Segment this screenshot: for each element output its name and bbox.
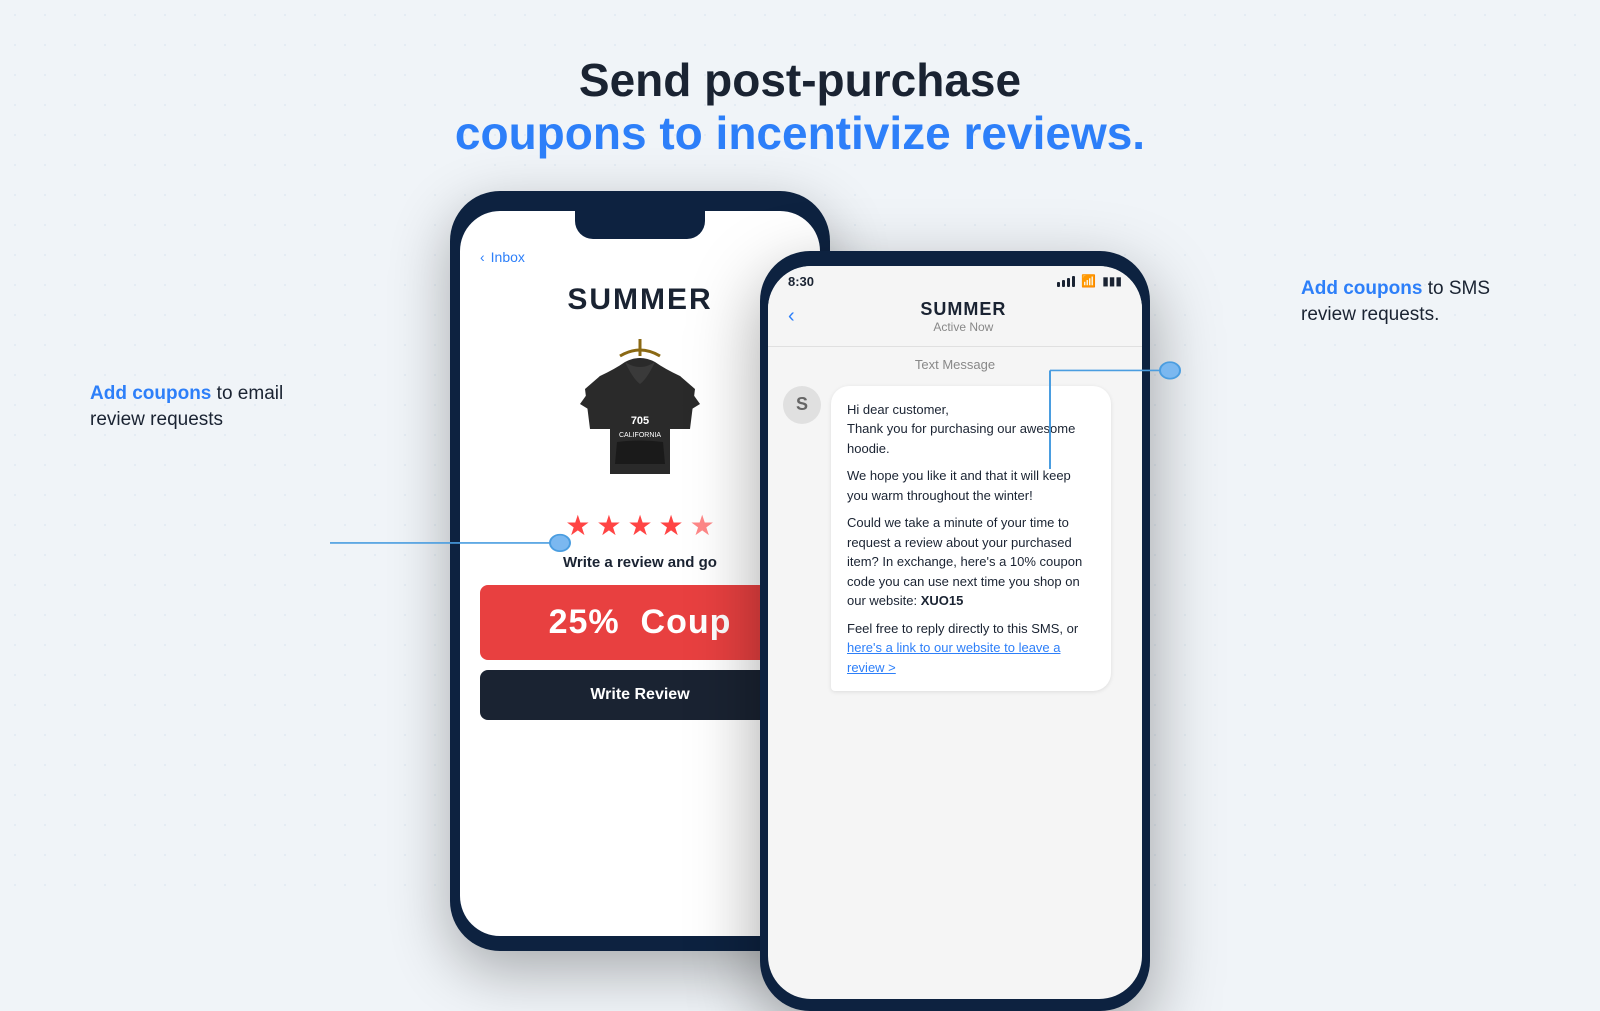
review-link[interactable]: here's a link to our website to leave a … — [847, 640, 1061, 675]
battery-icon: ▮▮▮ — [1102, 274, 1122, 288]
email-inbox-nav: ‹ Inbox — [480, 239, 525, 275]
page-container: Send post-purchase coupons to incentiviz… — [0, 0, 1600, 900]
email-brand: SUMMER — [567, 283, 712, 317]
sms-line-4: Feel free to reply directly to this SMS,… — [847, 619, 1095, 678]
sms-line-3: Could we take a minute of your time to r… — [847, 513, 1095, 611]
signal-icon — [1057, 276, 1075, 287]
coupon-code: XUO15 — [921, 593, 964, 608]
sms-time: 8:30 — [788, 274, 814, 289]
star-2: ★ — [596, 509, 621, 542]
star-rating: ★ ★ ★ ★ ★ — [565, 509, 715, 542]
sms-header: ‹ SUMMER Active Now — [768, 293, 1142, 347]
svg-text:705: 705 — [631, 415, 649, 427]
product-image: 705 CALIFORNIA — [560, 329, 720, 494]
sms-phone: 8:30 📶 ▮▮▮ — [760, 251, 1150, 1011]
wifi-icon: 📶 — [1081, 274, 1096, 288]
sms-bubble: Hi dear customer,Thank you for purchasin… — [831, 386, 1111, 692]
sms-message-label: Text Message — [783, 357, 1127, 372]
svg-text:CALIFORNIA: CALIFORNIA — [619, 432, 661, 439]
sms-status-bar: 8:30 📶 ▮▮▮ — [768, 266, 1142, 293]
sms-back-button[interactable]: ‹ — [788, 305, 795, 328]
sms-contact-status: Active Now — [805, 320, 1122, 334]
inbox-label: Inbox — [491, 249, 525, 265]
review-prompt: Write a review and go — [563, 554, 717, 571]
star-3: ★ — [627, 509, 652, 542]
hoodie-svg: 705 CALIFORNIA — [565, 334, 715, 489]
back-chevron-icon: ‹ — [480, 249, 485, 265]
coupon-text: 25% Coup — [500, 603, 780, 642]
coupon-banner: 25% Coup — [480, 585, 800, 660]
annotation-right-highlight: Add coupons — [1301, 278, 1422, 299]
sms-phone-screen: 8:30 📶 ▮▮▮ — [768, 266, 1142, 999]
header-line2: coupons to incentivize reviews. — [455, 106, 1145, 161]
sms-line-2: We hope you like it and that it will kee… — [847, 466, 1095, 505]
sms-line-1: Hi dear customer,Thank you for purchasin… — [847, 400, 1095, 459]
sms-contact-name: SUMMER — [805, 299, 1122, 320]
main-content: Add coupons to emailreview requests Add … — [0, 161, 1600, 900]
annotation-right: Add coupons to SMSreview requests. — [1301, 276, 1490, 329]
phones-area: ‹ Inbox SUMMER — [450, 191, 1150, 1011]
write-review-button[interactable]: Write Review — [480, 670, 800, 720]
email-phone-notch — [575, 211, 705, 239]
star-1: ★ — [565, 509, 590, 542]
sms-contact-info: SUMMER Active Now — [805, 299, 1122, 334]
annotation-left: Add coupons to emailreview requests — [90, 381, 283, 434]
star-4: ★ — [659, 509, 684, 542]
sms-status-icons: 📶 ▮▮▮ — [1057, 274, 1122, 288]
annotation-left-highlight: Add coupons — [90, 383, 211, 404]
sms-avatar: S — [783, 386, 821, 424]
star-5: ★ — [690, 509, 715, 542]
annotation-right-text: Add coupons to SMSreview requests. — [1301, 278, 1490, 326]
sms-message-area: Text Message S Hi dear customer,Thank yo… — [768, 347, 1142, 702]
header: Send post-purchase coupons to incentiviz… — [455, 55, 1145, 161]
header-line1: Send post-purchase — [455, 55, 1145, 106]
annotation-left-text: Add coupons to emailreview requests — [90, 383, 283, 431]
sms-bubble-wrapper: S Hi dear customer,Thank you for purchas… — [783, 386, 1127, 692]
